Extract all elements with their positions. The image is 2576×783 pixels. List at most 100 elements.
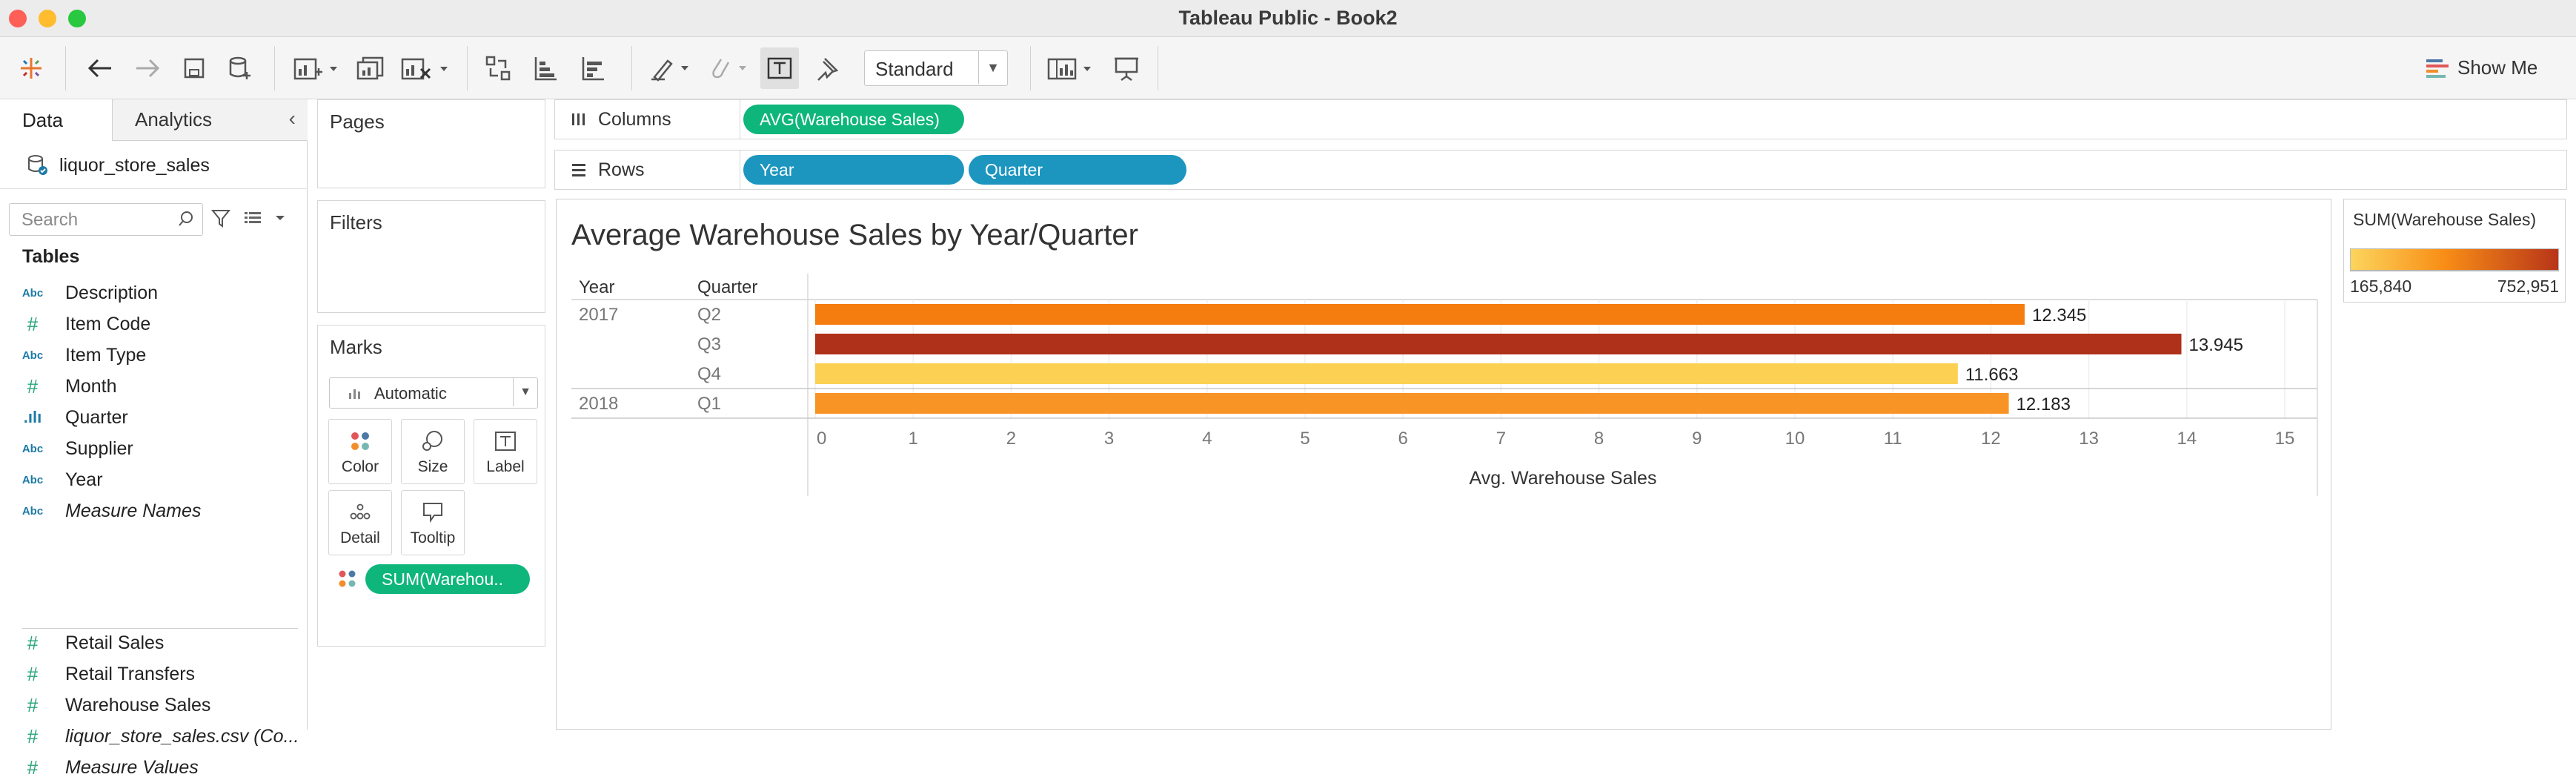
field-label: Supplier <box>65 437 133 459</box>
x-tick-label: 8 <box>1594 429 1604 449</box>
x-tick-label: 4 <box>1202 429 1212 449</box>
bar-2017Q2 <box>815 304 2025 325</box>
field-liquor-store-sales-csv-co[interactable]: # liquor_store_sales.csv (Co... <box>0 721 308 752</box>
search-input[interactable]: Search <box>9 203 203 236</box>
columns-pill-avg-warehouse-sales[interactable]: AVG(Warehouse Sales) <box>743 105 964 134</box>
new-worksheet-icon[interactable] <box>291 47 342 89</box>
detail-icon <box>350 503 371 520</box>
bar-value-label: 12.183 <box>2016 394 2071 414</box>
group-members-icon[interactable] <box>704 47 753 89</box>
window-title: Tableau Public - Book2 <box>1178 7 1398 29</box>
fit-selector[interactable]: Standard ▼ <box>864 50 1008 86</box>
show-cards-icon[interactable] <box>1045 47 1100 89</box>
presentation-mode-icon[interactable] <box>1109 47 1144 89</box>
collapse-pane-icon[interactable]: ‹ <box>289 107 296 130</box>
tab-analytics[interactable]: Analytics ‹ <box>113 99 308 141</box>
undo-button[interactable] <box>82 47 119 89</box>
field-year[interactable]: Abc Year <box>0 464 308 495</box>
data-pane: Data Analytics ‹ liquor_store_sales Sear… <box>0 99 308 779</box>
field-quarter[interactable]: .ılı Quarter <box>0 402 308 433</box>
rows-shelf-header: Rows <box>555 151 740 189</box>
search-placeholder: Search <box>21 210 79 230</box>
label-button[interactable]: Label <box>474 419 537 484</box>
bar-value-label: 13.945 <box>2189 335 2243 355</box>
color-legend[interactable]: SUM(Warehouse Sales) 165,840 752,951 <box>2343 199 2566 303</box>
color-button[interactable]: Color <box>328 419 392 484</box>
bar-2018Q1 <box>815 393 2009 414</box>
string-type-icon: Abc <box>21 348 44 362</box>
pages-shelf[interactable]: Pages <box>317 99 545 188</box>
show-me-label: Show Me <box>2457 56 2538 79</box>
field-label: Item Code <box>65 313 151 334</box>
marks-color-pill[interactable]: SUM(Warehou.. <box>365 564 530 594</box>
string-type-icon: Abc <box>21 473 44 486</box>
size-label: Size <box>417 458 448 475</box>
duplicate-sheet-icon[interactable] <box>353 47 388 89</box>
filters-shelf[interactable]: Filters <box>317 200 545 313</box>
chevron-down-icon: ▼ <box>978 51 1007 84</box>
row-quarter-label: Q1 <box>697 394 721 414</box>
x-tick-label: 6 <box>1398 429 1408 449</box>
field-item-code[interactable]: # Item Code <box>0 308 308 340</box>
columns-shelf-header: Columns <box>555 100 740 139</box>
color-encoding-icon <box>339 570 356 587</box>
sort-ascending-icon[interactable] <box>528 47 563 89</box>
mark-type-value: Automatic <box>374 384 447 403</box>
rows-pill-year[interactable]: Year <box>743 155 964 185</box>
datasource-name: liquor_store_sales <box>59 154 210 176</box>
field-label: Quarter <box>65 406 128 428</box>
field-retail-sales[interactable]: # Retail Sales <box>0 627 308 658</box>
x-tick-label: 2 <box>1006 429 1016 449</box>
field-measure-values[interactable]: # Measure Values <box>0 752 308 783</box>
x-axis-title: Avg. Warehouse Sales <box>1470 468 1657 489</box>
detail-button[interactable]: Detail <box>328 490 392 555</box>
field-label: Warehouse Sales <box>65 694 211 716</box>
mark-type-dropdown[interactable]: Automatic ▼ <box>329 377 538 409</box>
tooltip-button[interactable]: Tooltip <box>401 490 465 555</box>
label-label: Label <box>486 458 525 475</box>
datasource-icon <box>28 155 47 175</box>
field-warehouse-sales[interactable]: # Warehouse Sales <box>0 690 308 721</box>
field-measure-names[interactable]: Abc Measure Names <box>0 495 308 526</box>
x-tick-label: 14 <box>2177 429 2197 449</box>
label-icon <box>495 432 516 451</box>
field-label: Retail Sales <box>65 632 165 653</box>
show-mark-labels-icon[interactable] <box>760 47 799 89</box>
number-type-icon: # <box>27 724 39 747</box>
rows-shelf[interactable]: Rows Year Quarter <box>554 150 2567 190</box>
field-description[interactable]: Abc Description <box>0 277 308 308</box>
field-label: Year <box>65 469 103 490</box>
filters-shelf-label: Filters <box>330 211 382 234</box>
row-year-label: 2018 <box>579 394 618 414</box>
x-tick-label: 15 <box>2275 429 2295 449</box>
view-options-icon[interactable] <box>243 208 292 232</box>
new-datasource-icon[interactable] <box>224 47 256 89</box>
sort-descending-icon[interactable] <box>575 47 611 89</box>
field-month[interactable]: # Month <box>0 371 308 402</box>
fix-axes-pin-icon[interactable] <box>809 47 845 89</box>
filter-icon[interactable] <box>210 208 231 232</box>
worksheet-view: Average Warehouse Sales by Year/Quarter … <box>556 199 2331 730</box>
columns-shelf[interactable]: Columns AVG(Warehouse Sales) <box>554 99 2567 139</box>
tables-heading: Tables <box>22 246 80 267</box>
size-button[interactable]: Size <box>401 419 465 484</box>
x-tick-label: 13 <box>2079 429 2099 449</box>
legend-color-ramp <box>2350 248 2559 271</box>
field-supplier[interactable]: Abc Supplier <box>0 433 308 464</box>
highlight-pen-icon[interactable] <box>646 47 695 89</box>
clear-sheet-icon[interactable] <box>399 47 452 89</box>
field-retail-transfers[interactable]: # Retail Transfers <box>0 658 308 690</box>
save-icon[interactable] <box>178 47 210 89</box>
datasource-item[interactable]: liquor_store_sales <box>27 150 210 181</box>
tab-data[interactable]: Data <box>0 99 113 141</box>
search-icon <box>177 210 195 231</box>
size-icon <box>422 431 442 451</box>
redo-button[interactable] <box>129 47 166 89</box>
columns-icon <box>572 113 585 125</box>
tableau-logo-icon[interactable] <box>15 47 47 89</box>
field-item-type[interactable]: Abc Item Type <box>0 340 308 371</box>
rows-pill-quarter[interactable]: Quarter <box>969 155 1186 185</box>
row-quarter-label: Q3 <box>697 334 721 354</box>
show-me-button[interactable]: Show Me <box>2425 50 2537 85</box>
swap-rows-columns-icon[interactable] <box>480 47 516 89</box>
